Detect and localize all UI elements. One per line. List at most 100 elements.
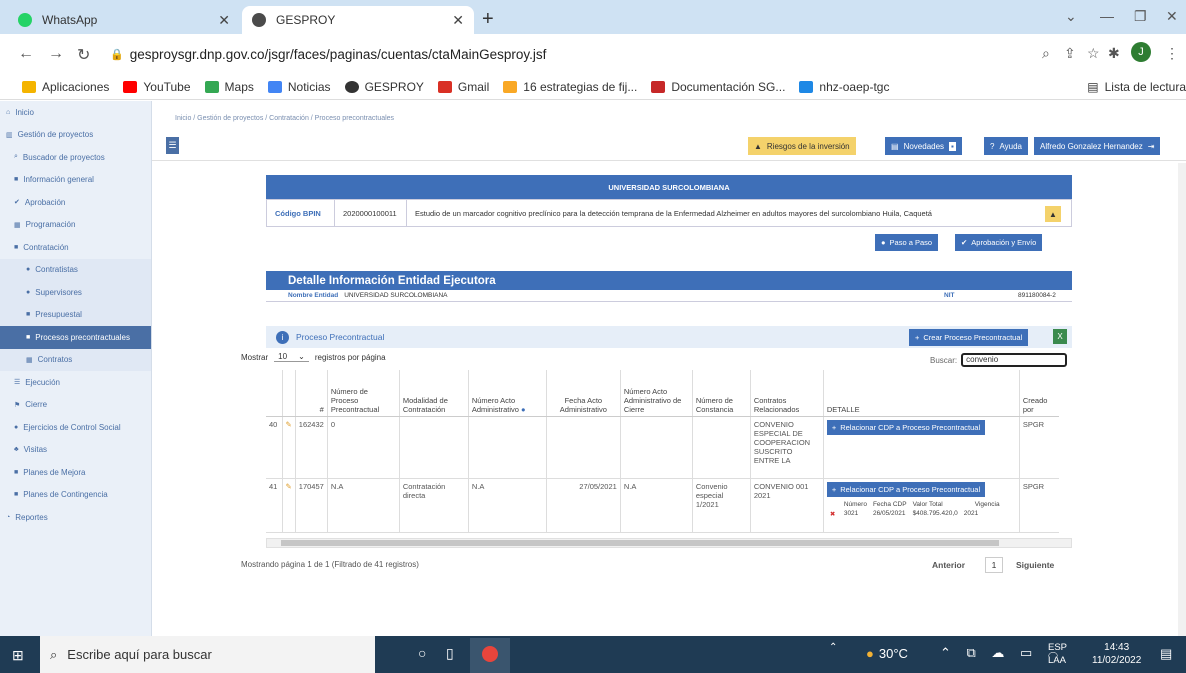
sidebar-item-gestion[interactable]: ▥ Gestión de proyectos <box>0 124 151 147</box>
scrollbar-thumb[interactable] <box>281 540 999 546</box>
close-icon[interactable]: ✕ <box>218 12 230 29</box>
sidebar-item-contratistas[interactable]: ● Contratistas <box>0 258 151 281</box>
novedades-button[interactable]: ▤ Novedades ▪ <box>885 137 962 155</box>
chevron-up-icon[interactable]: ⌃ <box>829 642 837 653</box>
riesgos-button[interactable]: ▲ Riesgos de la inversión <box>748 137 856 155</box>
forward-icon[interactable]: → <box>48 45 64 63</box>
sidebar-item-visitas[interactable]: ♣ Visitas <box>0 439 151 462</box>
bookmark-nhz[interactable]: nhz-oaep-tgc <box>799 80 889 94</box>
star-icon[interactable]: ☆ <box>1087 45 1100 62</box>
tab-title: GESPROY <box>276 13 336 27</box>
tab-search-icon[interactable]: ⌄ <box>1065 8 1077 25</box>
new-tab-button[interactable]: + <box>482 8 494 31</box>
maximize-button[interactable]: ❐ <box>1134 8 1147 25</box>
tab-whatsapp[interactable]: WhatsApp ✕ <box>8 6 240 34</box>
sidebar: ⌂ Inicio ▥ Gestión de proyectos ⌕ Buscador … <box>0 101 152 636</box>
reload-icon[interactable]: ↻ <box>77 45 90 65</box>
file-icon: ■ <box>26 333 31 341</box>
sidebar-item-supervisores[interactable]: ● Supervisores <box>0 281 151 304</box>
profile-avatar[interactable]: J <box>1131 42 1151 62</box>
page-size-select[interactable]: 10 ⌄ <box>274 352 309 362</box>
sidebar-item-contratacion[interactable]: ■ Contratación <box>0 236 151 259</box>
edit-icon[interactable]: ✎ <box>282 416 296 479</box>
sidebar-item-inicio[interactable]: ⌂ Inicio <box>0 101 151 124</box>
breadcrumb: Inicio / Gestión de proyectos / Contrata… <box>175 115 395 122</box>
task-view-icon[interactable]: ▯ <box>446 645 454 662</box>
cortana-icon[interactable]: ○ <box>418 645 426 661</box>
bell-icon: ▲ <box>754 141 762 151</box>
edit-icon[interactable]: ✎ <box>282 478 296 533</box>
previous-button[interactable]: Anterior <box>932 560 965 570</box>
clock[interactable]: 14:43 11/02/2022 <box>1092 641 1141 667</box>
sidebar-item-planes-mejora[interactable]: ■ Planes de Mejora <box>0 461 151 484</box>
ayuda-button[interactable]: ? Ayuda <box>984 137 1028 155</box>
bookmark-estrategias[interactable]: 16 estrategias de fij... <box>503 80 637 94</box>
omnibox[interactable]: 🔒 gesproysgr.dnp.gov.co/jsgr/faces/pagin… <box>110 40 990 68</box>
window-close-button[interactable]: ✕ <box>1166 8 1178 25</box>
sidebar-item-buscador[interactable]: ⌕ Buscador de proyectos <box>0 146 151 169</box>
chrome-taskbar-button[interactable] <box>470 638 510 673</box>
back-icon[interactable]: ← <box>18 45 34 63</box>
search-input[interactable]: convenio <box>961 353 1068 367</box>
bpin-row: Código BPIN 2020000100011 Estudio de un … <box>266 199 1072 227</box>
notifications-icon[interactable]: ▤ <box>1160 646 1172 662</box>
next-button[interactable]: Siguiente <box>1016 560 1054 570</box>
zoom-icon[interactable]: ⌕ <box>1042 45 1050 62</box>
share-icon[interactable]: ⇪ <box>1064 45 1076 62</box>
taskbar-search[interactable]: ⌕ Escribe aquí para buscar <box>40 636 375 673</box>
sidebar-item-cierre[interactable]: ⚑ Cierre <box>0 394 151 417</box>
relacionar-cdp-button[interactable]: + Relacionar CDP a Proceso Precontractual <box>826 419 986 435</box>
menu-toggle-button[interactable]: ☰ <box>166 137 179 154</box>
nombre-label: Nombre Entidad <box>288 292 339 299</box>
minimize-button[interactable]: — <box>1100 8 1114 24</box>
news-icon <box>267 80 282 93</box>
bookmark-gesproy[interactable]: GESPROY <box>344 80 424 94</box>
vertical-scrollbar[interactable] <box>1178 163 1186 636</box>
page-1-button[interactable]: 1 <box>985 557 1003 573</box>
paso-a-paso-button[interactable]: ● Paso a Paso <box>875 234 939 251</box>
truck-icon: ■ <box>14 176 19 184</box>
logout-icon: ⇥ <box>1147 141 1155 151</box>
bookmark-noticias[interactable]: Noticias <box>267 80 331 94</box>
weather-icon: ● <box>866 646 874 661</box>
excel-icon[interactable]: X <box>1053 329 1067 344</box>
bookmark-maps[interactable]: Maps <box>204 80 254 94</box>
reading-list-button[interactable]: ▤ Lista de lectura <box>1087 80 1186 94</box>
close-icon[interactable]: ✕ <box>452 12 464 29</box>
sidebar-item-procesos[interactable]: ■ Procesos precontractuales <box>0 326 151 349</box>
crear-proceso-button[interactable]: + Crear Proceso Precontractual <box>909 329 1029 346</box>
bookmark-gmail[interactable]: Gmail <box>437 80 489 94</box>
menu-dots-icon[interactable]: ⋮ <box>1165 45 1179 62</box>
sidebar-item-planes-contingencia[interactable]: ■ Planes de Contingencia <box>0 484 151 507</box>
users-icon: ● <box>881 238 886 247</box>
tray-icons[interactable]: ⌃ ⧉ ☁ ▭ ⌒ <box>940 645 1064 661</box>
sidebar-item-programacion[interactable]: ▦ Programación <box>0 214 151 237</box>
sidebar-item-contratos[interactable]: ▦ Contratos <box>0 348 151 371</box>
horizontal-scrollbar[interactable] <box>266 538 1072 548</box>
weather-widget[interactable]: ● 30°C <box>866 646 908 661</box>
extensions-icon[interactable]: ✱ <box>1108 45 1120 62</box>
sidebar-item-ejecucion[interactable]: ☰ Ejecución <box>0 371 151 394</box>
sidebar-item-presupuestal[interactable]: ■ Presupuestal <box>0 303 151 326</box>
sidebar-item-informacion[interactable]: ■ Información general <box>0 169 151 192</box>
sidebar-item-control-social[interactable]: ● Ejercicios de Control Social <box>0 416 151 439</box>
tab-gesproy[interactable]: GESPROY ✕ <box>242 6 474 34</box>
youtube-icon <box>123 80 138 93</box>
aprobacion-envio-button[interactable]: ✔ Aprobación y Envío <box>955 234 1043 251</box>
nit-label: NIT <box>944 292 955 299</box>
windows-start-icon[interactable]: ⊞ <box>12 647 24 664</box>
delete-icon[interactable]: ✖ <box>827 509 841 519</box>
calendar-icon: ▦ <box>14 221 21 229</box>
sidebar-item-aprobacion[interactable]: ✔ Aprobación <box>0 191 151 214</box>
bookmark-youtube[interactable]: YouTube <box>123 80 191 94</box>
relacionar-cdp-button[interactable]: + Relacionar CDP a Proceso Precontractual <box>826 481 986 497</box>
bell-alert-icon[interactable]: ▲ <box>1045 206 1061 222</box>
table-row: 40 ✎ 162432 0 CONVENIO ESPECIAL DE COOPE… <box>266 416 1060 479</box>
gesproy-icon <box>344 80 359 93</box>
sidebar-item-reportes[interactable]: ◔ Reportes <box>0 506 151 529</box>
book-icon: ■ <box>26 311 31 319</box>
bookmark-documentacion[interactable]: Documentación SG... <box>651 80 785 94</box>
user-menu-button[interactable]: Alfredo Gonzalez Hernandez ⇥ <box>1034 137 1161 155</box>
bookmark-aplicaciones[interactable]: Aplicaciones <box>22 80 109 94</box>
language-indicator[interactable]: ESP LAA <box>1048 641 1067 667</box>
